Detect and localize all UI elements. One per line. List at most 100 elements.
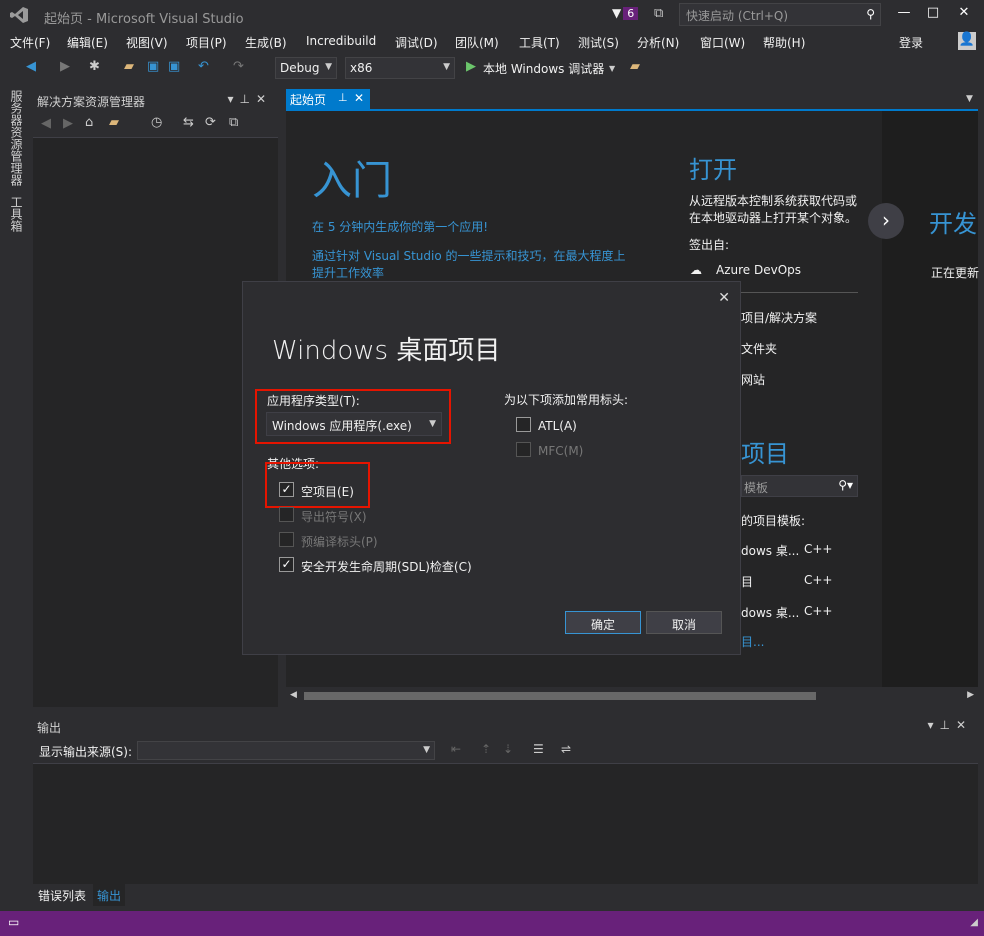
prev-message-icon[interactable]: ⇡	[481, 742, 491, 756]
notification-badge: 6	[623, 7, 639, 20]
word-wrap-icon[interactable]: ⇌	[561, 742, 571, 756]
history-icon[interactable]: ◷	[151, 115, 162, 130]
ok-button[interactable]: 确定	[565, 611, 641, 634]
back-icon[interactable]: ◀	[41, 116, 51, 131]
menu-file[interactable]: 文件(F)	[10, 34, 50, 51]
attach-icon[interactable]: ▰	[630, 59, 640, 74]
quick-launch-placeholder: 快速启动 (Ctrl+Q)	[686, 9, 789, 23]
collapse-icon[interactable]: ⧉	[229, 115, 238, 130]
highlight-box	[265, 462, 370, 508]
atl-checkbox[interactable]	[516, 417, 531, 432]
tab-dropdown-icon[interactable]: ▼	[966, 94, 973, 104]
export-symbols-checkbox[interactable]	[279, 507, 294, 522]
maximize-button[interactable]: □	[923, 5, 943, 20]
open-heading: 打开	[689, 156, 737, 184]
sdl-checks-label[interactable]: 安全开发生命周期(SDL)检查(C)	[301, 558, 472, 575]
home-icon[interactable]: ⌂	[85, 115, 93, 130]
tips-link-line1[interactable]: 通过针对 Visual Studio 的一些提示和技巧，在最大程度上	[312, 247, 626, 264]
open-folder-icon[interactable]: ▰	[124, 59, 134, 74]
mfc-checkbox[interactable]	[516, 442, 531, 457]
minimize-button[interactable]: —	[894, 5, 914, 20]
output-toolbar: 显示输出来源(S): ▼ ⇤ ⇡ ⇣ ☰ ⇌	[33, 738, 978, 764]
template-item-3[interactable]: dows 桌...	[741, 604, 799, 621]
forward-icon[interactable]: ▶	[63, 116, 73, 131]
sdl-checks-checkbox[interactable]: ✓	[279, 557, 294, 572]
template-search-placeholder: 模板	[744, 481, 769, 495]
solution-explorer-title: 解决方案资源管理器	[37, 95, 146, 109]
scroll-left-icon[interactable]: ◀	[290, 690, 297, 700]
open-project-link[interactable]: 项目/解决方案	[741, 309, 817, 326]
first-app-link[interactable]: 在 5 分钟内生成你的第一个应用!	[312, 218, 488, 235]
toolbox-tab[interactable]: 工具箱	[8, 196, 25, 232]
precompiled-header-label[interactable]: 预编译标头(P)	[301, 533, 378, 550]
cancel-button[interactable]: 取消	[646, 611, 722, 634]
menu-analyze[interactable]: 分析(N)	[637, 34, 679, 51]
azure-devops-link[interactable]: Azure DevOps	[716, 263, 801, 277]
menu-edit[interactable]: 编辑(E)	[67, 34, 108, 51]
close-icon[interactable]: ✕	[718, 290, 730, 306]
template-item-1[interactable]: dows 桌...	[741, 542, 799, 559]
save-icon[interactable]: ▣	[147, 59, 159, 74]
undo-icon[interactable]: ↶	[198, 59, 209, 74]
save-all-icon[interactable]: ▣	[168, 59, 180, 74]
back-icon[interactable]: ◀	[26, 59, 36, 74]
more-templates-link[interactable]: 目...	[741, 633, 764, 650]
tab-output[interactable]: 输出	[93, 884, 126, 906]
open-folder-link[interactable]: 文件夹	[741, 340, 777, 357]
avatar-icon[interactable]: 👤	[958, 32, 976, 50]
find-message-icon[interactable]: ⇤	[451, 742, 461, 756]
chevron-right-icon[interactable]: ›	[868, 203, 904, 239]
menu-help[interactable]: 帮助(H)	[763, 34, 805, 51]
platform-select[interactable]: x86 ▼	[345, 57, 455, 79]
horizontal-scrollbar[interactable]: ◀ ▶	[286, 687, 978, 705]
config-value: Debug	[280, 61, 320, 75]
atl-label[interactable]: ATL(A)	[538, 419, 577, 433]
menu-test[interactable]: 测试(S)	[578, 34, 619, 51]
next-message-icon[interactable]: ⇣	[503, 742, 513, 756]
run-debugger-button[interactable]: 本地 Windows 调试器	[483, 60, 604, 77]
output-source-select[interactable]: ▼	[137, 741, 435, 760]
menu-team[interactable]: 团队(M)	[455, 34, 499, 51]
open-website-link[interactable]: 网站	[741, 371, 765, 388]
menu-view[interactable]: 视图(V)	[126, 34, 168, 51]
login-link[interactable]: 登录	[899, 34, 923, 51]
notifications[interactable]: ▼ 6	[612, 6, 639, 20]
refresh-icon[interactable]: ⟳	[205, 115, 216, 130]
menu-incredibuild[interactable]: Incredibuild	[306, 34, 376, 48]
config-select[interactable]: Debug ▼	[275, 57, 337, 79]
export-symbols-label[interactable]: 导出符号(X)	[301, 508, 367, 525]
template-search-input[interactable]: 模板 ⚲▾	[741, 475, 858, 497]
feedback-icon[interactable]: ⧉	[654, 6, 663, 21]
panel-controls[interactable]: ▾⊥✕	[927, 718, 972, 732]
menu-tools[interactable]: 工具(T)	[519, 34, 560, 51]
redo-icon[interactable]: ↷	[233, 59, 244, 74]
tips-link-line2[interactable]: 提升工作效率	[312, 264, 384, 281]
clear-all-icon[interactable]: ☰	[533, 742, 544, 756]
pin-icon[interactable]: ⊥	[338, 91, 348, 104]
tab-start-page[interactable]: 起始页 ⊥ ✕	[286, 89, 370, 109]
menu-window[interactable]: 窗口(W)	[700, 34, 745, 51]
run-dropdown-icon[interactable]: ▼	[609, 64, 615, 73]
side-tab-strip: 服务器资源管理器 工具箱	[0, 86, 28, 706]
quick-launch-input[interactable]: 快速启动 (Ctrl+Q) ⚲	[679, 3, 881, 26]
tab-error-list[interactable]: 错误列表	[38, 887, 86, 904]
panel-controls[interactable]: ▾⊥✕	[227, 92, 272, 106]
developer-news-panel	[882, 111, 978, 687]
menu-project[interactable]: 项目(P)	[186, 34, 227, 51]
menu-debug[interactable]: 调试(D)	[395, 34, 438, 51]
scrollbar-thumb[interactable]	[304, 692, 816, 700]
precompiled-header-checkbox[interactable]	[279, 532, 294, 547]
scroll-right-icon[interactable]: ▶	[967, 690, 974, 700]
server-explorer-tab[interactable]: 服务器资源管理器	[8, 90, 25, 186]
close-icon[interactable]: ✕	[354, 91, 364, 105]
new-project-icon[interactable]: ✱	[89, 59, 100, 74]
sync-icon[interactable]: ⇆	[183, 115, 194, 130]
close-window-button[interactable]: ✕	[954, 5, 974, 20]
forward-icon[interactable]: ▶	[60, 59, 70, 74]
menu-build[interactable]: 生成(B)	[245, 34, 287, 51]
switch-view-icon[interactable]: ▰	[109, 115, 119, 130]
template-item-2[interactable]: 目	[741, 573, 753, 590]
solution-explorer-toolbar: ◀ ▶ ⌂ ▰ ◷ ⇆ ⟳ ⧉	[33, 112, 278, 138]
play-icon[interactable]: ▶	[466, 59, 476, 74]
mfc-label[interactable]: MFC(M)	[538, 444, 583, 458]
